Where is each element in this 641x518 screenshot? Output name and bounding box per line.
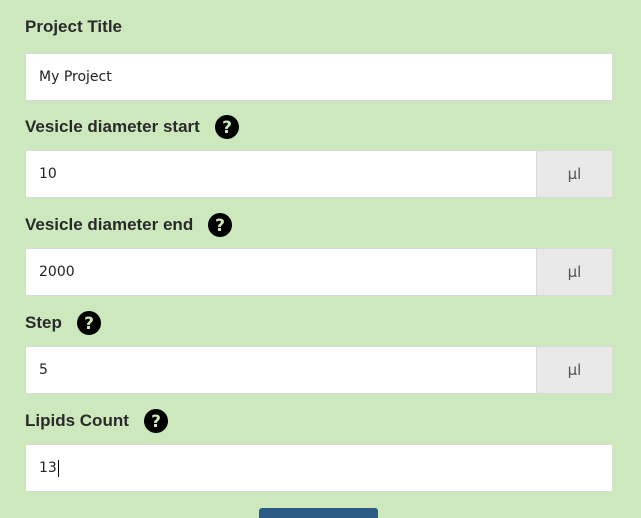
step-input[interactable] [25, 346, 536, 394]
lipids-count-group: Lipids Count ? 13 [25, 409, 613, 492]
step-unit: μl [536, 346, 613, 394]
project-title-label: Project Title [25, 17, 122, 36]
svg-text:?: ? [84, 314, 94, 334]
vesicle-start-label: Vesicle diameter start [25, 117, 200, 136]
vesicle-start-input-row: μl [25, 150, 613, 198]
vesicle-end-unit: μl [536, 248, 613, 296]
project-title-label-row: Project Title [25, 17, 613, 37]
svg-text:?: ? [151, 412, 161, 432]
svg-text:?: ? [215, 216, 225, 236]
question-circle-icon[interactable]: ? [214, 115, 239, 139]
vesicle-end-group: Vesicle diameter end ? μl [25, 213, 613, 296]
vesicle-end-label-row: Vesicle diameter end ? [25, 213, 613, 237]
lipids-count-label: Lipids Count [25, 411, 129, 430]
step-label-row: Step ? [25, 311, 613, 335]
lipids-count-value: 13 [39, 460, 57, 476]
vesicle-start-group: Vesicle diameter start ? μl [25, 115, 613, 198]
vesicle-end-input[interactable] [25, 248, 536, 296]
lipids-count-label-row: Lipids Count ? [25, 409, 613, 433]
question-circle-icon[interactable]: ? [143, 409, 168, 433]
vesicle-start-label-row: Vesicle diameter start ? [25, 115, 613, 139]
text-cursor [57, 459, 59, 477]
svg-text:?: ? [222, 118, 232, 138]
project-title-group: Project Title [25, 17, 613, 101]
vesicle-end-input-row: μl [25, 248, 613, 296]
submit-button[interactable] [259, 508, 378, 518]
vesicle-start-input[interactable] [25, 150, 536, 198]
step-group: Step ? μl [25, 311, 613, 394]
project-title-input-row [25, 53, 613, 101]
project-form: Project Title Vesicle diameter start ? μ… [25, 0, 613, 492]
project-title-input[interactable] [25, 53, 613, 101]
vesicle-end-label: Vesicle diameter end [25, 215, 194, 234]
question-circle-icon[interactable]: ? [76, 311, 101, 335]
question-circle-icon[interactable]: ? [208, 213, 233, 237]
step-input-row: μl [25, 346, 613, 394]
vesicle-start-unit: μl [536, 150, 613, 198]
step-label: Step [25, 313, 62, 332]
lipids-count-input-row: 13 [25, 444, 613, 492]
lipids-count-input[interactable]: 13 [25, 444, 613, 492]
